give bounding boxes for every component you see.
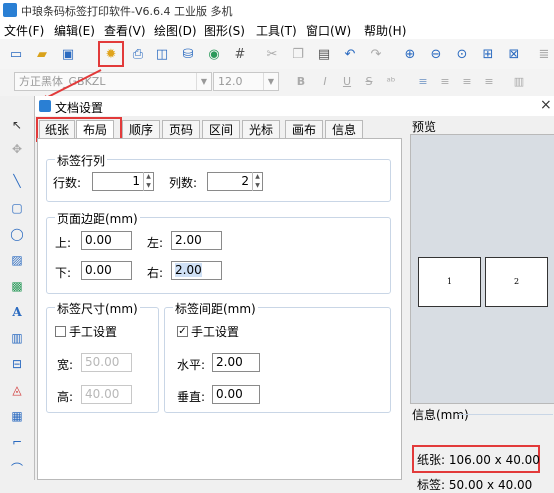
bottom-margin-label: 下:	[55, 266, 72, 280]
preview-area: 1 2	[410, 134, 554, 404]
cols-spinner[interactable]: ▲ ▼	[252, 172, 262, 191]
dialog-title: 文档设置	[55, 101, 104, 115]
label-size-group: 标签尺寸(mm) 手工设置 宽: 50.00 高: 40.00	[46, 300, 159, 413]
rows-cols-group: 标签行列 行数: 1 ▲ ▼ 列数: 2 ▲ ▼	[46, 152, 391, 202]
left-margin-label: 左:	[147, 236, 164, 250]
cols-label: 列数:	[169, 176, 198, 190]
close-icon[interactable]: ×	[540, 97, 552, 113]
margins-legend: 页面边距(mm)	[55, 210, 140, 227]
top-margin-input[interactable]: 0.00	[81, 231, 132, 250]
vertical-gap-label: 垂直:	[177, 390, 206, 404]
dialog-title-bar: 文档设置 ×	[35, 96, 554, 116]
label-gap-manual-checkbox[interactable]: ✓	[177, 326, 188, 337]
info-divider	[458, 414, 553, 415]
margins-group: 页面边距(mm) 上: 0.00 左: 2.00 下: 0.00 右: 2.00	[46, 210, 391, 294]
tab-info[interactable]: 信息	[325, 120, 363, 139]
paper-info: 纸张: 106.00 x 40.00	[417, 453, 540, 467]
tab-page-number[interactable]: 页码	[162, 120, 200, 139]
width-label: 宽:	[57, 358, 74, 372]
label-gap-legend: 标签间距(mm)	[173, 300, 258, 317]
horizontal-gap-label: 水平:	[177, 358, 206, 372]
label-size-manual-label: 手工设置	[69, 325, 118, 339]
tab-order[interactable]: 顺序	[122, 120, 160, 139]
preview-label-2: 2	[485, 257, 548, 307]
label-size-legend: 标签尺寸(mm)	[55, 300, 140, 317]
right-margin-label: 右:	[147, 266, 164, 280]
rows-input[interactable]: 1 ▲ ▼	[92, 172, 154, 191]
vertical-gap-input[interactable]: 0.00	[212, 385, 260, 404]
right-margin-input[interactable]: 2.00	[171, 261, 222, 280]
rows-value: 1	[132, 174, 140, 188]
height-input[interactable]: 40.00	[81, 385, 132, 404]
tab-cursor[interactable]: 光标	[242, 120, 280, 139]
preview-title: 预览	[412, 120, 437, 134]
horizontal-gap-input[interactable]: 2.00	[212, 353, 260, 372]
label-info: 标签: 50.00 x 40.00	[417, 478, 533, 492]
right-margin-value: 2.00	[175, 263, 202, 277]
document-settings-dialog: 文档设置 × 纸张 布局 顺序 页码 区间 光标 画布 信息 标签行列 行数: …	[34, 96, 554, 492]
tab-canvas[interactable]: 画布	[285, 120, 323, 139]
preview-panel: 预览 1 2 信息(mm) 纸张: 106.00 x 40.00 标签: 50.…	[408, 116, 554, 492]
rows-spinner[interactable]: ▲ ▼	[143, 172, 153, 191]
width-input[interactable]: 50.00	[81, 353, 132, 372]
tab-range[interactable]: 区间	[202, 120, 240, 139]
label-size-manual-checkbox[interactable]	[55, 326, 66, 337]
tab-highlight	[36, 117, 122, 142]
cols-input[interactable]: 2 ▲ ▼	[207, 172, 263, 191]
left-margin-input[interactable]: 2.00	[171, 231, 222, 250]
dialog-icon	[39, 100, 51, 112]
layout-tab-pane: 标签行列 行数: 1 ▲ ▼ 列数: 2 ▲ ▼ 页面边距(mm) 上: 0.00 …	[37, 138, 402, 480]
bottom-margin-input[interactable]: 0.00	[81, 261, 132, 280]
label-gap-group: 标签间距(mm) ✓ 手工设置 水平: 2.00 垂直: 0.00	[164, 300, 391, 413]
rows-label: 行数:	[53, 176, 82, 190]
label-gap-manual-label: 手工设置	[191, 325, 240, 339]
top-margin-label: 上:	[55, 236, 72, 250]
rows-cols-legend: 标签行列	[55, 152, 108, 169]
cols-value: 2	[241, 174, 249, 188]
height-label: 高:	[57, 390, 74, 404]
preview-label-1: 1	[418, 257, 481, 307]
